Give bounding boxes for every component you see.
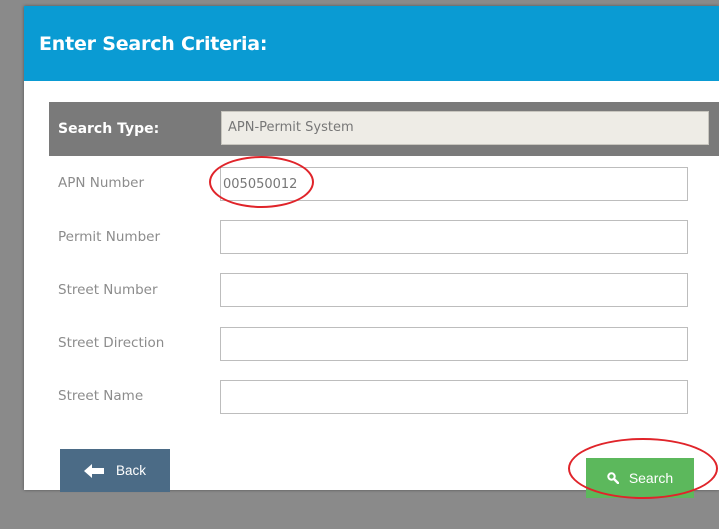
street-name-label: Street Name [58, 388, 144, 404]
search-criteria-panel: Enter Search Criteria: Search Type: APN-… [24, 6, 719, 498]
permit-number-label: Permit Number [58, 229, 160, 245]
street-number-label: Street Number [58, 282, 158, 298]
back-button[interactable]: Back [60, 449, 170, 492]
street-direction-label: Street Direction [58, 335, 165, 351]
search-type-field[interactable]: APN-Permit System [221, 111, 709, 145]
search-button-label: Search [628, 470, 674, 486]
search-type-label: Search Type: [58, 121, 160, 137]
apn-number-field[interactable] [220, 167, 688, 201]
magnifier-icon [607, 472, 619, 484]
panel-header: Enter Search Criteria: [24, 6, 719, 81]
street-number-field[interactable] [220, 273, 688, 307]
page-title: Enter Search Criteria: [39, 32, 268, 55]
street-direction-field[interactable] [220, 327, 688, 361]
permit-number-field[interactable] [220, 220, 688, 254]
back-button-label: Back [115, 463, 146, 478]
search-button[interactable]: Search [586, 458, 694, 498]
street-name-field[interactable] [220, 380, 688, 414]
search-type-row: Search Type: APN-Permit System [49, 102, 719, 156]
arrow-left-icon [83, 463, 104, 479]
apn-number-label: APN Number [58, 175, 144, 191]
